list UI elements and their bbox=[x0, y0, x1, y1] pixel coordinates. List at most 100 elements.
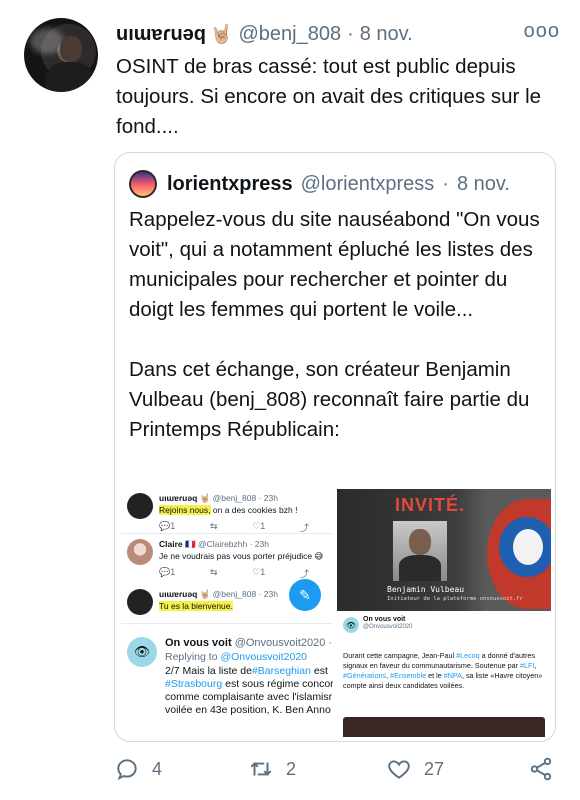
ov-handle: @Onvousvoit2020 · M bbox=[234, 637, 335, 649]
mini-avatar bbox=[127, 589, 153, 615]
eye-icon: 👁 bbox=[127, 637, 157, 667]
mini-highlighted-text: Tu es la bienvenue. bbox=[159, 601, 233, 611]
mini-reply-header: uıɯɐɾuǝq 🤘🏼 @benj_808 · 23h bbox=[159, 589, 278, 600]
ov2-handle: @Onvousvoit2020 bbox=[363, 624, 413, 630]
logo-face-white bbox=[513, 529, 543, 565]
tweet-date[interactable]: 8 nov. bbox=[360, 23, 413, 46]
mini-highlighted-text: Rejoins nous, bbox=[159, 505, 211, 515]
retweet-button[interactable]: 2 bbox=[248, 756, 296, 782]
mini-retweet-icon: ⇆ bbox=[209, 567, 218, 577]
ov-line-2: #Strasbourg est sous régime concor bbox=[165, 678, 334, 691]
hashtag-ensemble: #Ensemble bbox=[390, 671, 427, 680]
quoted-media[interactable]: uıɯɐɾuǝq 🤘🏼 @benj_808 · 23h Rejoins nous… bbox=[121, 489, 551, 737]
invite-subtitle: Initiateur de la plateforme onvousvoit.f… bbox=[387, 596, 523, 602]
ov-line2-text: est sous régime concor bbox=[222, 678, 334, 690]
mini-reply-header: Claire 🇫🇷 @Clairebzhh · 23h bbox=[159, 539, 269, 550]
invite-name: Benjamin Vulbeau bbox=[387, 585, 465, 594]
mini-reply-2: Claire 🇫🇷 @Clairebzhh · 23h Je ne voudra… bbox=[127, 539, 327, 579]
photo-head bbox=[409, 529, 431, 555]
hashtag-npa: #NPA bbox=[443, 671, 462, 680]
quoted-date: 8 nov. bbox=[456, 172, 510, 195]
media-screenshot-replies[interactable]: uıɯɐɾuǝq 🤘🏼 @benj_808 · 23h Rejoins nous… bbox=[121, 489, 335, 737]
retweet-icon bbox=[250, 762, 272, 776]
mini-reply-text: Rejoins nous, on a des cookies bzh ! bbox=[159, 505, 297, 515]
ov-line1-end: est bbox=[310, 665, 328, 677]
quoted-paragraph-2: Dans cet échange, son créateur Benjamin … bbox=[129, 358, 530, 441]
mini-avatar bbox=[127, 493, 153, 519]
ov2-text-d: et le bbox=[426, 671, 444, 680]
reply-icon bbox=[117, 759, 137, 781]
quoted-author-avatar bbox=[129, 170, 157, 198]
author-display-name[interactable]: uıɯɐɾuǝq bbox=[116, 23, 206, 46]
mini-count: 1 bbox=[170, 521, 176, 531]
tweet-text: OSINT de bras cassé: tout est public dep… bbox=[116, 55, 542, 138]
share-button[interactable] bbox=[528, 756, 554, 782]
avatar-smoke bbox=[30, 28, 64, 54]
author-handle[interactable]: @benj_808 bbox=[238, 23, 341, 46]
quoted-tweet-header: lorientxpress @lorientxpress · 8 nov. bbox=[129, 169, 545, 199]
mini-avatar-claire bbox=[127, 539, 153, 565]
mini-reply-3: uıɯɐɾuǝq 🤘🏼 @benj_808 · 23h Tu es la bie… bbox=[127, 589, 327, 619]
more-options-icon[interactable]: ooo bbox=[524, 20, 560, 43]
ov-line-4: voilée en 43e position, K. Ben Anno bbox=[165, 704, 331, 716]
ov2-dark-bar bbox=[343, 717, 545, 737]
mini-name: Claire bbox=[159, 539, 183, 549]
ov2-text-c: , bbox=[534, 661, 537, 670]
mini-hand-emoji: 🤘🏼 bbox=[199, 589, 211, 599]
ov-line-3: comme complaisante avec l'islamisr bbox=[165, 691, 333, 703]
mini-count: 1 bbox=[260, 521, 266, 531]
hashtag-generations: #Générations bbox=[343, 671, 387, 680]
ov-hashtag: #Strasbourg bbox=[165, 678, 223, 690]
mini-reply-text: Tu es la bienvenue. bbox=[159, 601, 233, 611]
mini-name: uıɯɐɾuǝq bbox=[159, 493, 198, 503]
author-avatar[interactable] bbox=[24, 18, 98, 92]
mini-name: uıɯɐɾuǝq bbox=[159, 589, 198, 599]
eye-icon: 👁 bbox=[343, 617, 359, 633]
mini-divider bbox=[121, 623, 333, 624]
mini-text-rest: on a des cookies bzh ! bbox=[210, 505, 298, 515]
mini-handle: @benj_808 · 23h bbox=[212, 493, 278, 503]
retweet-count: 2 bbox=[286, 758, 297, 779]
heart-icon bbox=[388, 760, 410, 779]
hashtag-lfi: #LFI bbox=[520, 661, 535, 670]
tweet-actions: 4 2 27 bbox=[114, 756, 560, 788]
mini-reply-header: uıɯɐɾuǝq 🤘🏼 @benj_808 · 23h bbox=[159, 493, 278, 504]
like-count: 27 bbox=[424, 758, 445, 779]
hashtag-lecoq: #Lecoq bbox=[456, 651, 480, 660]
quoted-author-handle: @lorientxpress bbox=[300, 172, 435, 195]
rock-hand-emoji: 🤘🏼 bbox=[210, 23, 233, 44]
ov-header: On vous voit @Onvousvoit2020 · M bbox=[165, 637, 335, 649]
mini-divider bbox=[121, 533, 333, 534]
quoted-tweet[interactable]: lorientxpress @lorientxpress · 8 nov. Ra… bbox=[114, 152, 556, 742]
quoted-separator: · bbox=[442, 172, 449, 195]
quoted-author-name: lorientxpress bbox=[167, 172, 293, 195]
ov2-text: Durant cette campagne, Jean-Paul #Lecoq … bbox=[343, 651, 549, 691]
header-separator: · bbox=[347, 22, 354, 45]
quoted-tweet-text: Rappelez-vous du site nauséabond "On vou… bbox=[129, 205, 549, 445]
mini-count: 1 bbox=[260, 567, 266, 577]
photo-body bbox=[399, 555, 441, 581]
mini-flag: 🇫🇷 bbox=[185, 539, 196, 549]
ov-replying-label: Replying to bbox=[165, 651, 218, 663]
tweet-header: uıɯɐɾuǝq 🤘🏼 @benj_808 · 8 nov. ooo bbox=[116, 20, 560, 48]
reply-button[interactable]: 4 bbox=[114, 756, 162, 782]
mini-reply-text: Je ne voudrais pas vous porter préjudice… bbox=[159, 551, 324, 561]
invite-banner: INVITÉ. Benjamin Vulbeau Initiateur de l… bbox=[337, 489, 551, 611]
mini-count: 1 bbox=[170, 567, 176, 577]
ov-line-1: 2/7 Mais la liste de#Barseghian est bbox=[165, 665, 333, 678]
mini-like-icon: ♡1 bbox=[252, 567, 266, 577]
ov-hashtag: #Barseghian bbox=[251, 665, 311, 677]
onvousvoit-tweet-card: 👁 On vous voit @Onvousvoit2020 Durant ce… bbox=[337, 611, 551, 737]
mini-comment-icon: 💬1 bbox=[159, 567, 176, 577]
quoted-paragraph-1: Rappelez-vous du site nauséabond "On vou… bbox=[129, 208, 540, 321]
like-button[interactable]: 27 bbox=[386, 756, 444, 782]
share-icon bbox=[530, 757, 552, 781]
mini-actions: 💬1 ⇆ ♡1 ⤴ bbox=[159, 567, 309, 580]
ov-replying-to: Replying to @Onvousvoit2020 bbox=[165, 651, 307, 663]
media-screenshot-invite[interactable]: INVITÉ. Benjamin Vulbeau Initiateur de l… bbox=[337, 489, 551, 737]
avatar-head bbox=[60, 36, 82, 62]
onvousvoit-thread-tweet: 👁 On vous voit @Onvousvoit2020 · M Reply… bbox=[121, 629, 335, 737]
invite-photo bbox=[393, 521, 447, 581]
mini-hand-emoji: 🤘🏼 bbox=[199, 493, 211, 503]
invite-title: INVITÉ. bbox=[395, 495, 466, 515]
